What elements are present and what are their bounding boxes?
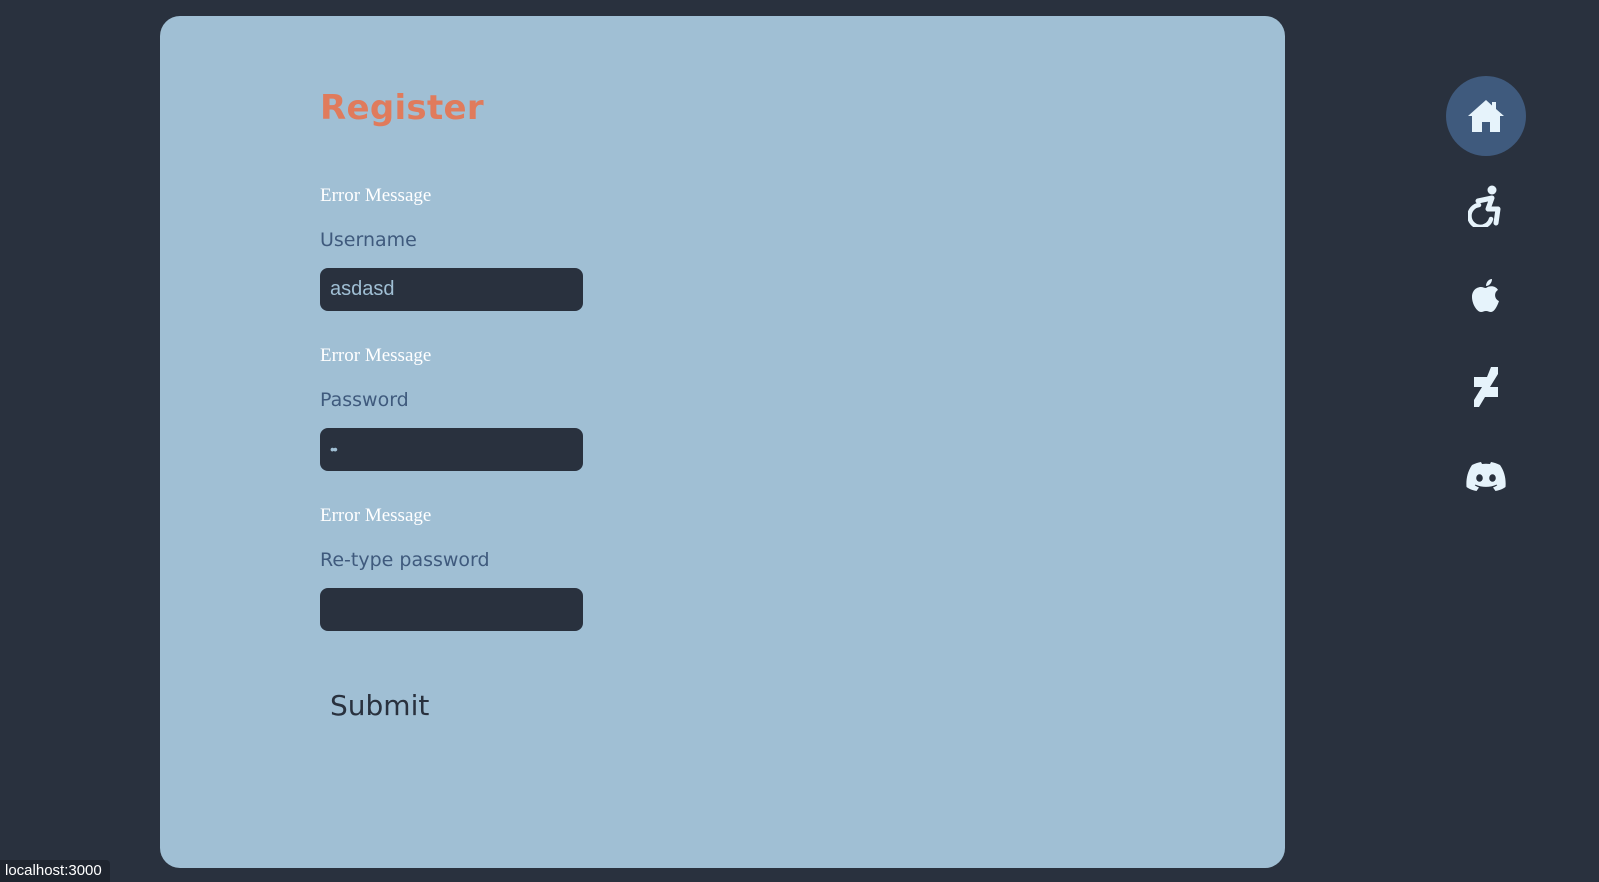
sidebar-item-deviantart[interactable] <box>1446 346 1526 426</box>
sidebar-item-accessibility[interactable] <box>1446 166 1526 246</box>
password-error-message: Error Message <box>320 345 432 366</box>
register-form: Register Error Message Username asdasd E… <box>320 88 720 722</box>
apple-icon <box>1472 279 1499 312</box>
sidebar-item-apple[interactable] <box>1446 256 1526 336</box>
submit-button[interactable]: Submit <box>330 688 429 724</box>
register-panel: Register Error Message Username asdasd E… <box>160 16 1285 868</box>
home-icon <box>1468 100 1504 132</box>
page-title: Register <box>320 88 484 128</box>
discord-icon <box>1466 462 1506 491</box>
username-label: Username <box>320 229 417 251</box>
username-input[interactable]: asdasd <box>320 268 583 311</box>
username-error-message: Error Message <box>320 185 432 206</box>
status-bar-url: localhost:3000 <box>0 860 110 882</box>
sidebar-item-discord[interactable] <box>1446 436 1526 516</box>
deviantart-icon <box>1474 367 1498 407</box>
accessibility-icon <box>1468 185 1501 227</box>
retype-password-error-message: Error Message <box>320 505 432 526</box>
password-label: Password <box>320 389 409 411</box>
retype-password-input[interactable] <box>320 588 583 631</box>
retype-password-label: Re-type password <box>320 549 490 571</box>
sidebar-item-home[interactable] <box>1446 76 1526 156</box>
password-input[interactable]: •• <box>320 428 583 471</box>
